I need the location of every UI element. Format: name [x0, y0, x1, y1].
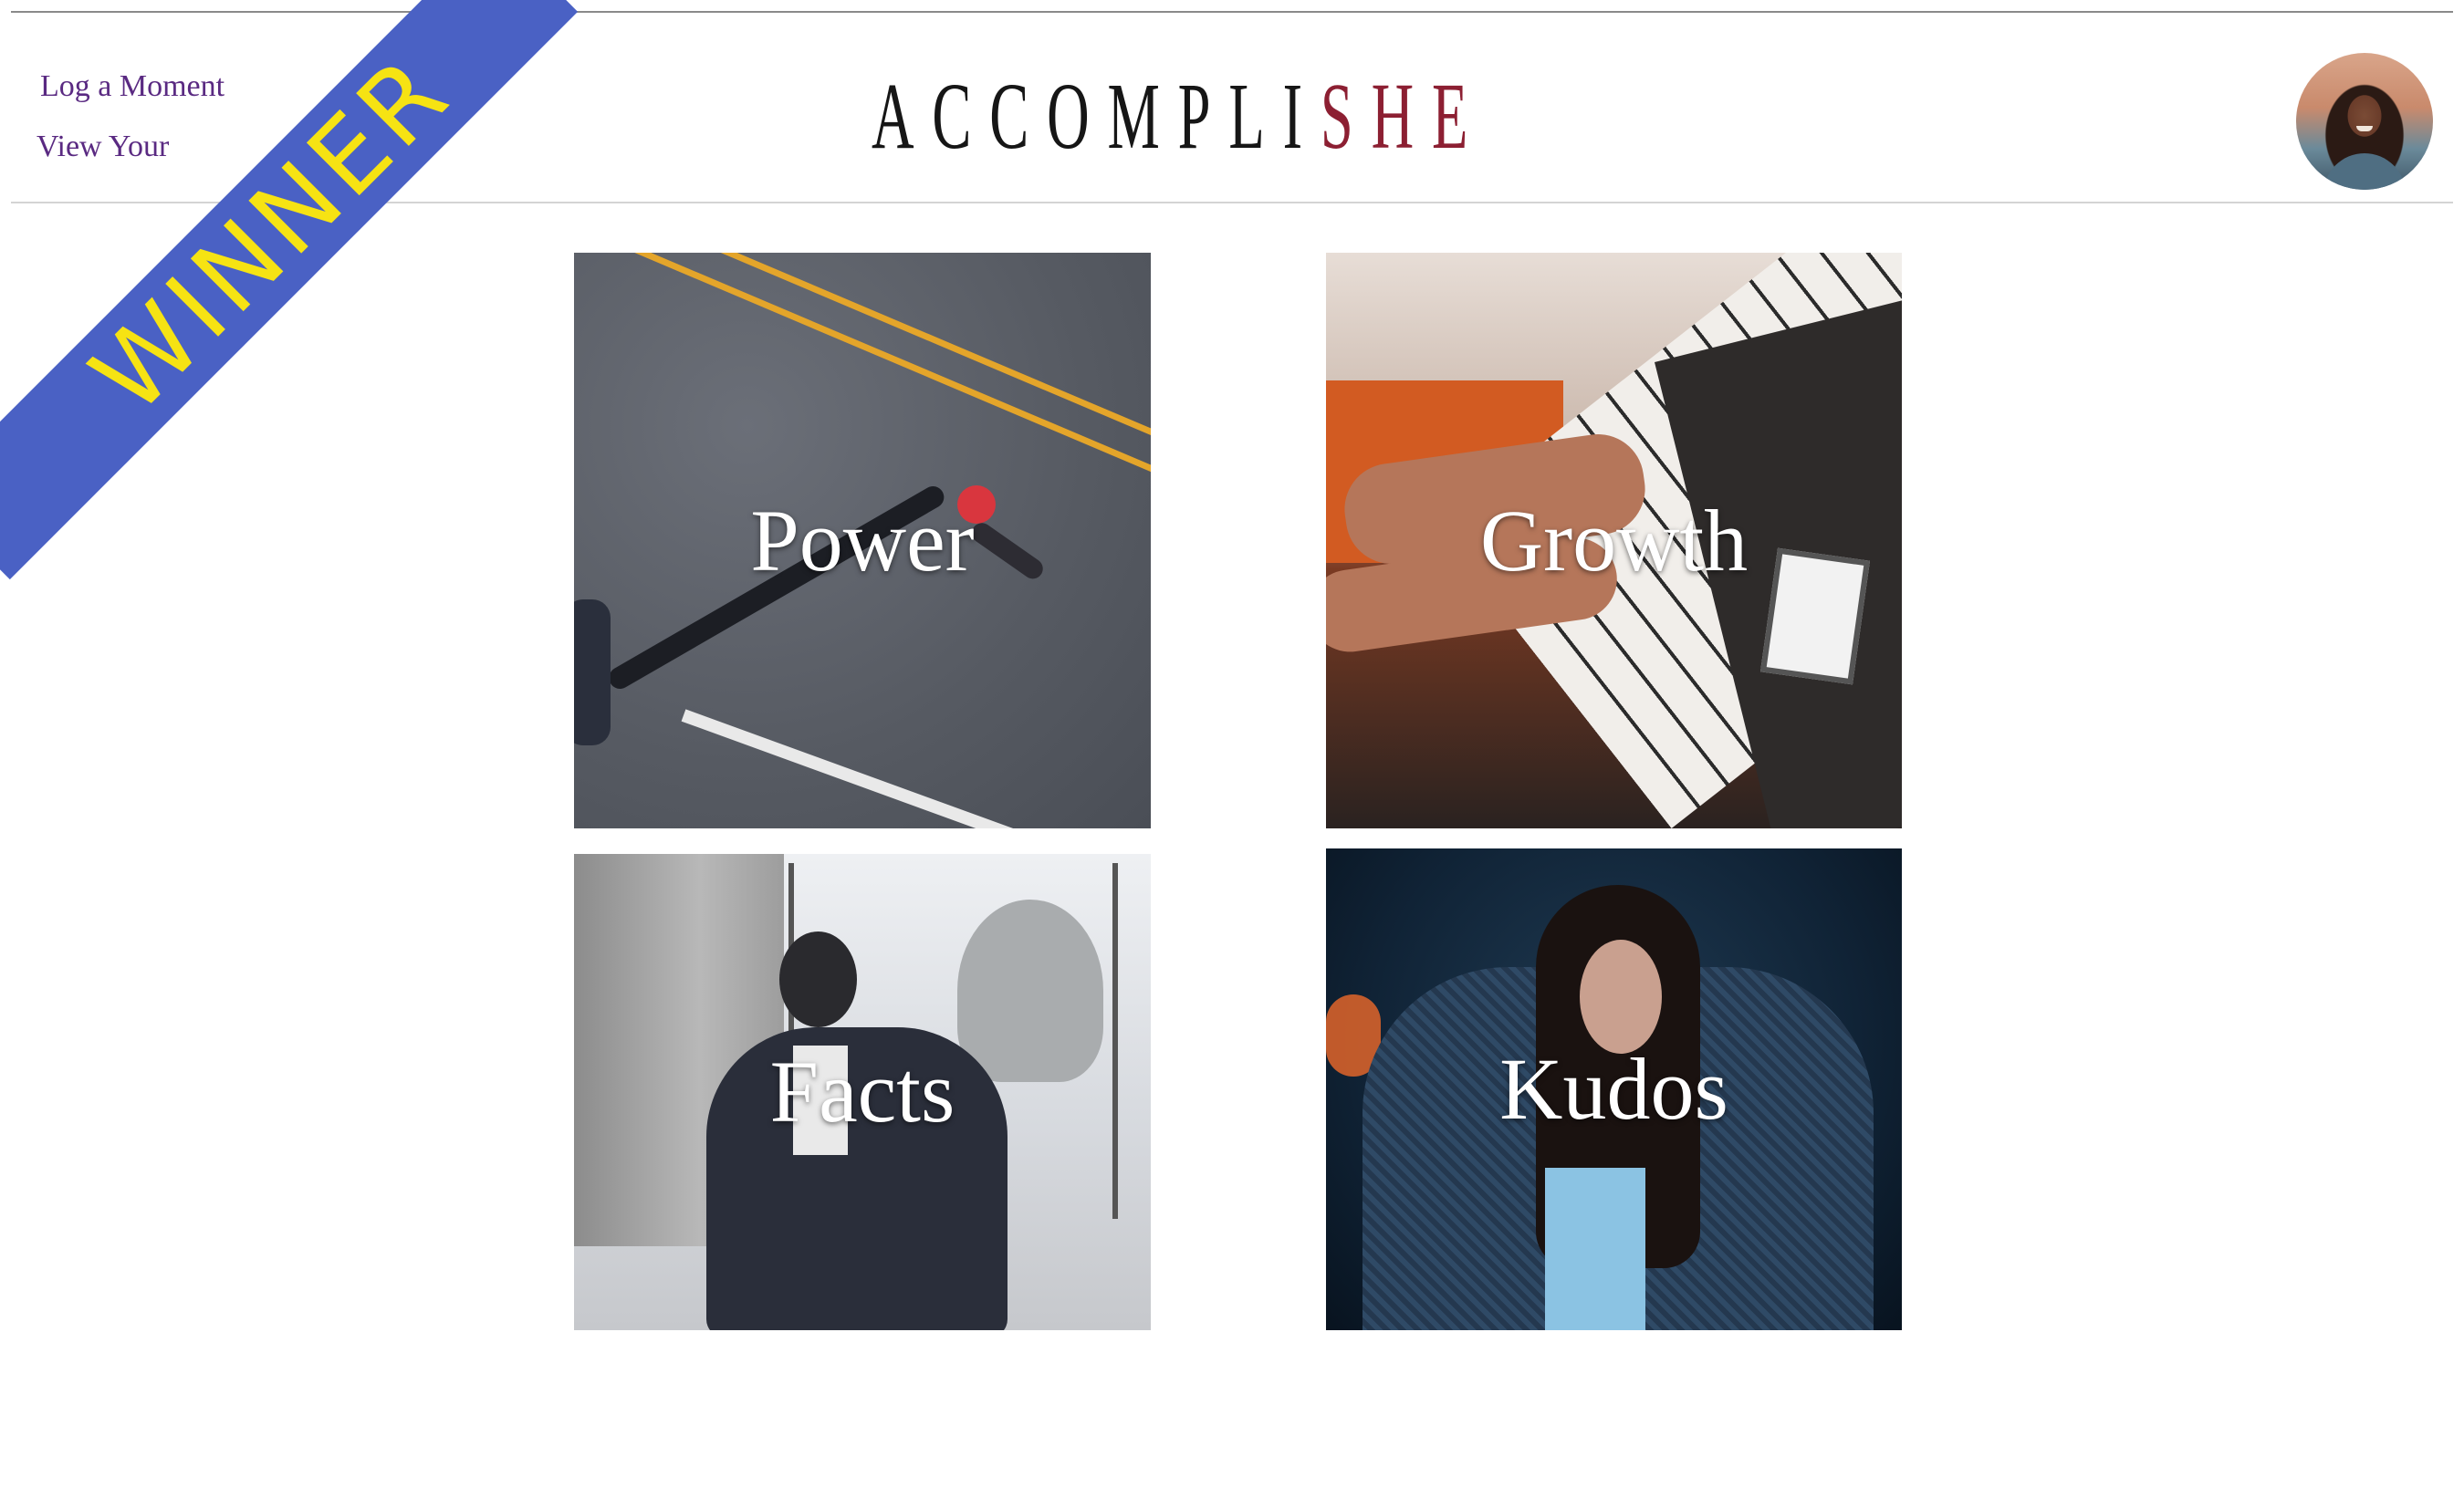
- pole: [1112, 863, 1118, 1219]
- road-stripe: [627, 253, 1151, 500]
- nav-links: Log a Moment View Your: [37, 57, 224, 177]
- page: Log a Moment View Your ACCOMPLISHE WINNE…: [0, 0, 2464, 1509]
- tile-facts-label: Facts: [769, 1043, 955, 1140]
- avatar-shirt: [2323, 153, 2406, 190]
- tile-kudos-label: Kudos: [1499, 1040, 1728, 1138]
- road-marking: [681, 709, 1020, 828]
- tile-growth[interactable]: Growth: [1326, 253, 1902, 828]
- log-moment-link[interactable]: Log a Moment: [40, 57, 224, 117]
- figure-shirt: [1545, 1168, 1645, 1330]
- logo-main-text: ACCOMPLI: [872, 64, 1321, 169]
- figure-face: [1580, 940, 1662, 1054]
- avatar-smile: [2356, 126, 2373, 131]
- tile-kudos[interactable]: Kudos: [1326, 848, 1902, 1330]
- top-divider: [11, 11, 2453, 13]
- logo-accent-text: SHE: [1320, 64, 1487, 169]
- tile-facts[interactable]: Facts: [574, 854, 1151, 1330]
- tile-power[interactable]: Power: [574, 253, 1151, 828]
- user-avatar[interactable]: [2296, 53, 2433, 190]
- tile-growth-label: Growth: [1479, 491, 1749, 589]
- edge-figure: [574, 599, 611, 745]
- app-logo[interactable]: ACCOMPLISHE: [872, 69, 1486, 164]
- figure-head: [779, 931, 857, 1027]
- tile-power-label: Power: [750, 491, 975, 589]
- view-your-link[interactable]: View Your: [37, 117, 224, 177]
